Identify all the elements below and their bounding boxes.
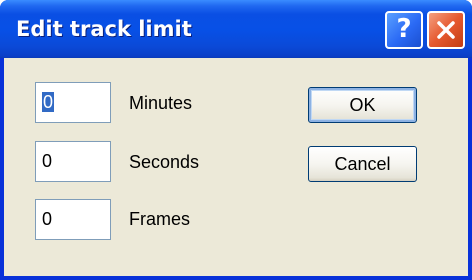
title-bar[interactable]: Edit track limit ?: [0, 0, 472, 58]
minutes-label: Minutes: [129, 93, 193, 113]
close-icon: [437, 21, 455, 39]
dialog-title: Edit track limit: [16, 17, 192, 41]
dialog-body: 0 Minutes 0 Seconds 0 Frames OK Cancel: [4, 58, 468, 276]
minutes-value: 0: [42, 92, 55, 112]
seconds-value: 0: [42, 151, 53, 171]
help-icon: ?: [396, 14, 412, 44]
frames-value: 0: [42, 209, 53, 229]
seconds-field[interactable]: 0: [35, 141, 111, 182]
frames-field[interactable]: 0: [35, 199, 111, 240]
frames-label: Frames: [129, 209, 191, 229]
seconds-label: Seconds: [129, 152, 200, 172]
dialog-window: Edit track limit ? 0 Minutes 0 Seconds 0…: [0, 0, 472, 280]
ok-button[interactable]: OK: [308, 87, 417, 123]
close-button[interactable]: [427, 11, 465, 49]
help-button[interactable]: ?: [385, 11, 423, 49]
minutes-field[interactable]: 0: [35, 82, 111, 123]
cancel-button[interactable]: Cancel: [308, 146, 417, 182]
